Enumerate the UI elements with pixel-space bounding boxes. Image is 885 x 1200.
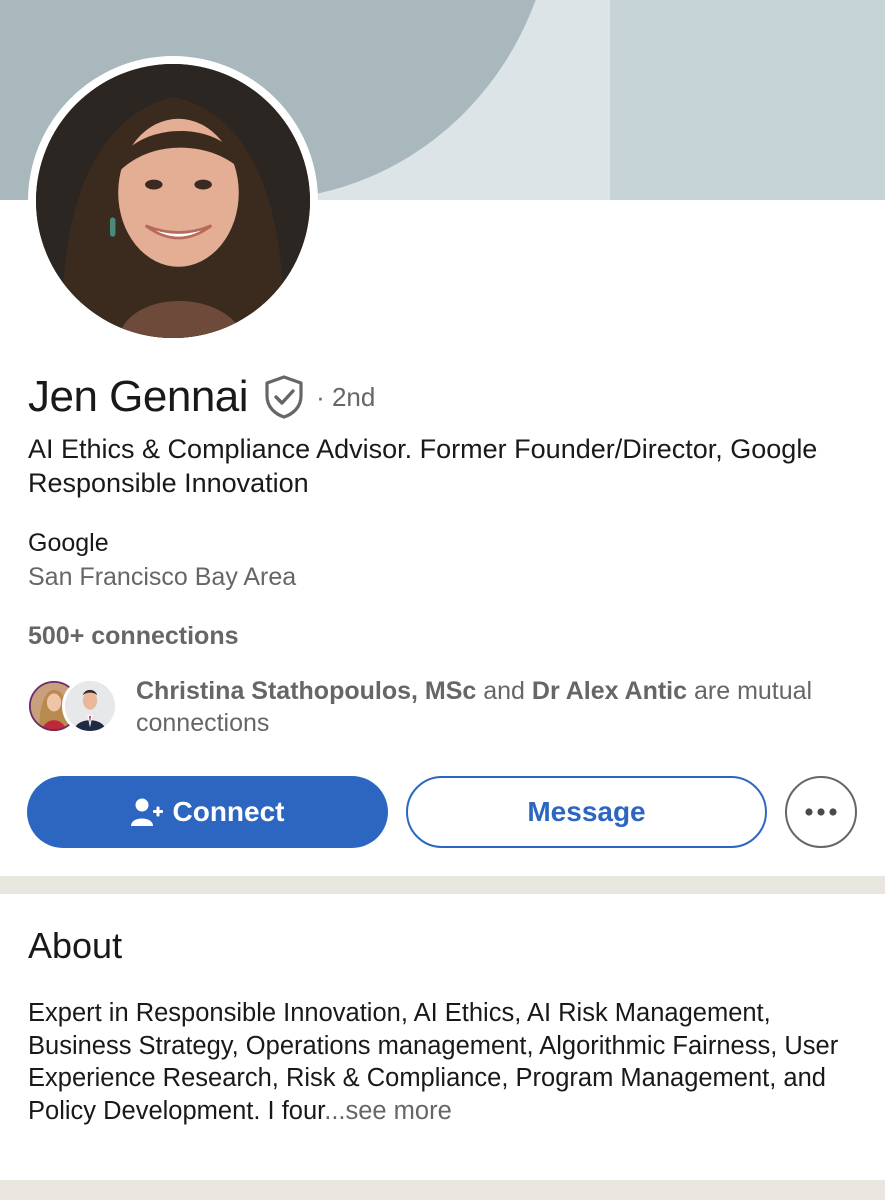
mutual-and: and [476, 677, 532, 705]
mutual-person-1[interactable]: Christina Stathopoulos, MSc [136, 677, 476, 705]
profile-avatar[interactable] [28, 56, 318, 346]
profile-headline: AI Ethics & Compliance Advisor. Former F… [28, 434, 818, 498]
about-title: About [28, 925, 123, 966]
about-text: Expert in Responsible Innovation, AI Eth… [28, 997, 868, 1127]
connection-degree: · 2nd [316, 381, 376, 412]
profile-location: San Francisco Bay Area [28, 563, 297, 591]
profile-photo [36, 64, 310, 338]
add-person-icon [130, 798, 163, 826]
message-button[interactable]: Message [406, 776, 767, 848]
message-label: Message [527, 796, 646, 827]
name-row: Jen Gennai · 2nd [28, 372, 375, 422]
profile-company[interactable]: Google [28, 529, 109, 558]
more-actions-button[interactable] [785, 776, 857, 848]
mutual-avatars[interactable] [26, 678, 120, 734]
connect-label: Connect [172, 796, 285, 827]
banner-shape [610, 0, 885, 200]
ellipsis-icon [805, 808, 837, 816]
connections-count[interactable]: 500+ connections [28, 622, 239, 651]
connect-button[interactable]: Connect [27, 776, 388, 848]
see-more-link[interactable]: ...see more [324, 1097, 452, 1125]
verified-shield-icon[interactable] [262, 374, 306, 420]
section-divider [0, 876, 885, 894]
profile-name: Jen Gennai [28, 372, 249, 421]
section-divider [0, 1180, 885, 1200]
mutual-connections-text[interactable]: Christina Stathopoulos, MSc and Dr Alex … [136, 675, 836, 739]
mutual-avatar-2 [62, 678, 118, 734]
mutual-person-2[interactable]: Dr Alex Antic [532, 677, 687, 705]
